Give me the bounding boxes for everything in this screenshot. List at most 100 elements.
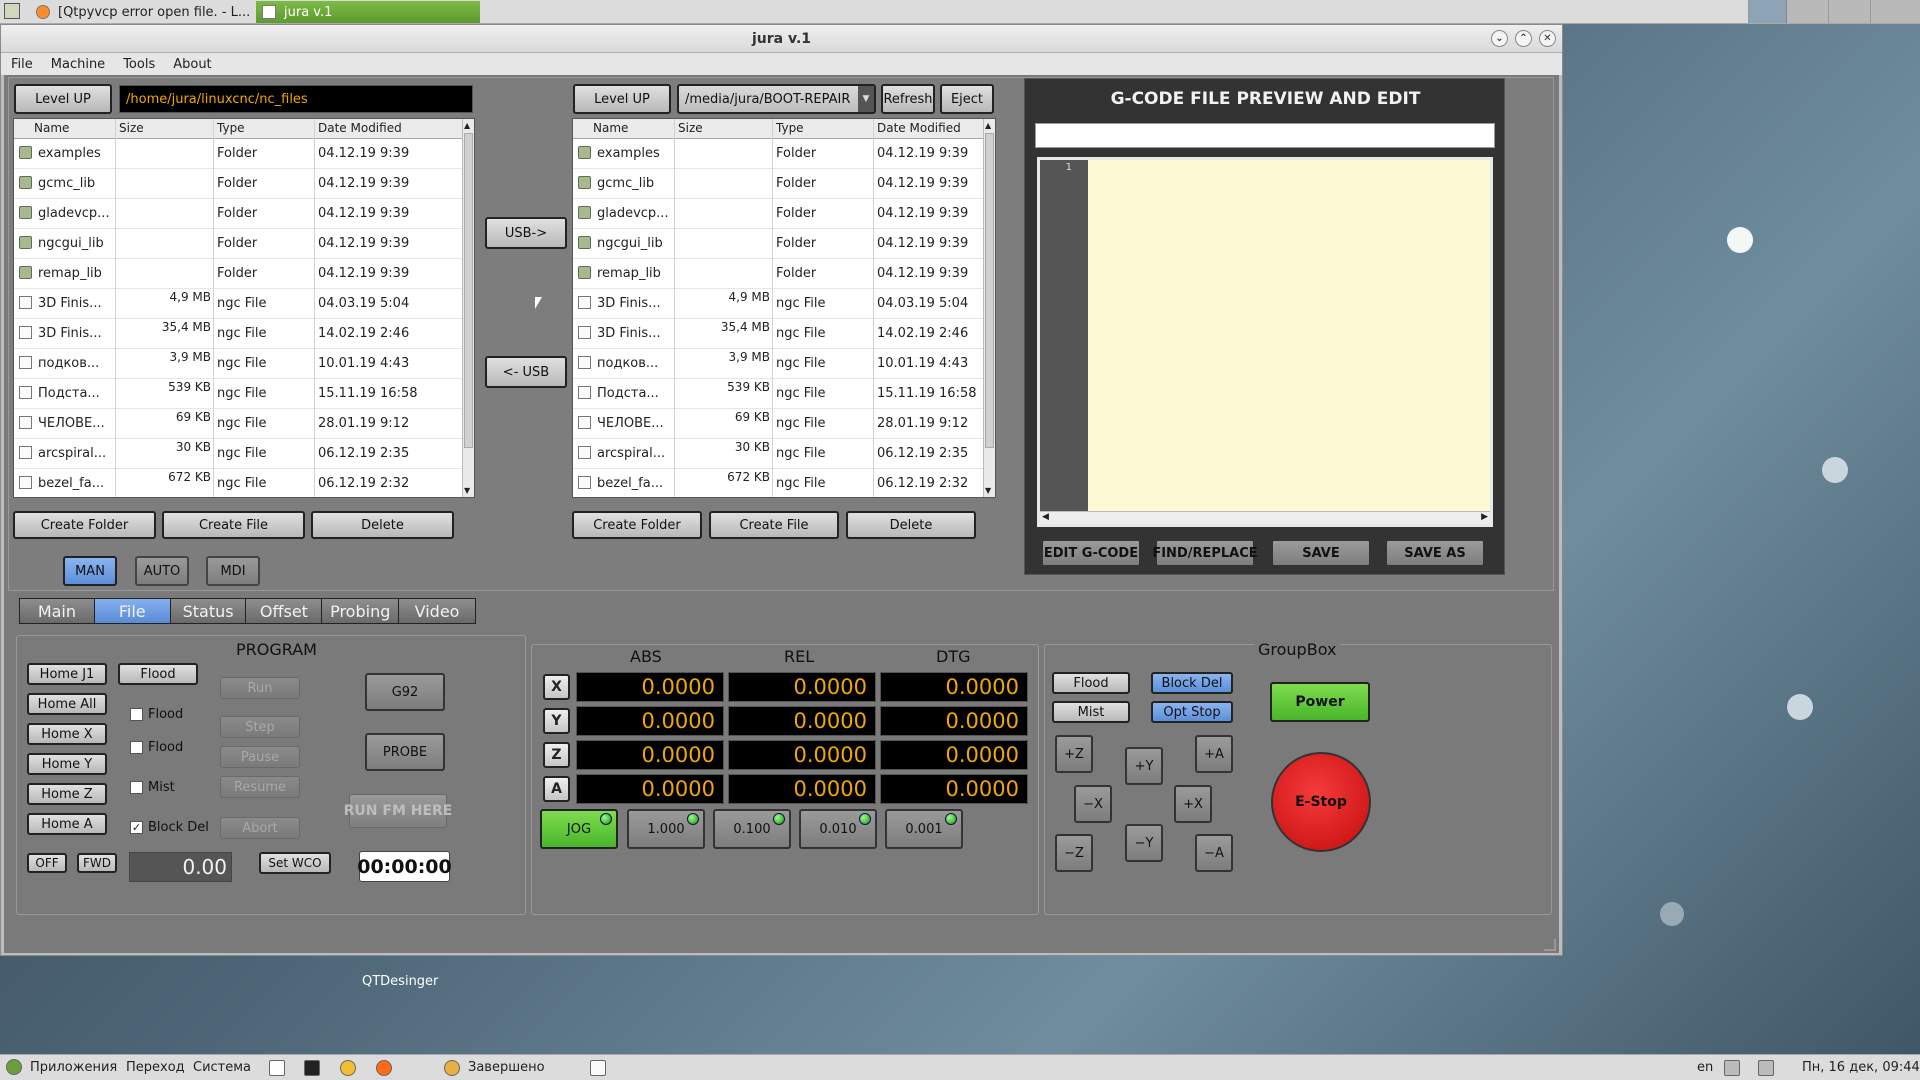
- file-row[interactable]: bezel_fa... 672 KB ngc File 06.12.19 2:32: [573, 469, 995, 497]
- jog-minus-z-button[interactable]: −Z: [1055, 834, 1093, 872]
- jog-plus-z-button[interactable]: +Z: [1055, 735, 1093, 773]
- file-row[interactable]: arcspiral... 30 KB ngc File 06.12.19 2:35: [573, 439, 995, 469]
- window-titlebar[interactable]: jura v.1 ⌄ ⌃ ✕: [1, 25, 1562, 53]
- jog-minus-x-button[interactable]: −X: [1074, 785, 1112, 823]
- probe-button[interactable]: PROBE: [365, 733, 445, 771]
- minimize-icon[interactable]: ⌄: [1491, 30, 1508, 47]
- file-row[interactable]: подков... 3,9 MB ngc File 10.01.19 4:43: [14, 349, 474, 379]
- edit-gcode-button[interactable]: EDIT G-CODE: [1041, 539, 1141, 567]
- menu-applications[interactable]: Приложения: [30, 1060, 117, 1075]
- axis-button[interactable]: Y: [543, 708, 570, 734]
- file-row[interactable]: ngcgui_lib Folder 04.12.19 9:39: [573, 229, 995, 259]
- right-scrollbar[interactable]: ▲ ▼: [983, 119, 995, 497]
- file-row[interactable]: arcspiral... 30 KB ngc File 06.12.19 2:35: [14, 439, 474, 469]
- refresh-button[interactable]: Refresh: [881, 84, 935, 114]
- run-control-button[interactable]: Run: [220, 677, 300, 699]
- checkbox[interactable]: ✓: [130, 821, 143, 834]
- col-size[interactable]: Size: [678, 121, 703, 135]
- eject-button[interactable]: Eject: [940, 84, 994, 114]
- home-button[interactable]: Home J1: [27, 663, 107, 685]
- maximize-icon[interactable]: ⌃: [1515, 30, 1532, 47]
- file-row[interactable]: ЧЕЛОВЕ... 69 KB ngc File 28.01.19 9:12: [573, 409, 995, 439]
- axis-button[interactable]: X: [543, 674, 570, 700]
- run-control-button[interactable]: Abort: [220, 817, 300, 839]
- col-name[interactable]: Name: [593, 121, 628, 135]
- find-replace-button[interactable]: FIND/REPLACE: [1152, 539, 1258, 567]
- axis-button[interactable]: Z: [543, 742, 570, 768]
- close-icon[interactable]: ✕: [1539, 30, 1556, 47]
- editor-hscroll[interactable]: ◀ ▶: [1040, 511, 1490, 524]
- linux-icon[interactable]: [340, 1060, 356, 1076]
- col-type[interactable]: Type: [776, 121, 804, 135]
- file-row[interactable]: remap_lib Folder 04.12.19 9:39: [14, 259, 474, 289]
- tab-status[interactable]: Status: [170, 599, 247, 623]
- gb-opt-stop-button[interactable]: Opt Stop: [1151, 701, 1233, 723]
- mode-mdi-button[interactable]: MDI: [206, 556, 260, 586]
- jog-minus-a-button[interactable]: −A: [1195, 834, 1233, 872]
- usb-path-select[interactable]: /media/jura/BOOT-REPAIR ▼: [677, 84, 876, 114]
- file-row[interactable]: examples Folder 04.12.19 9:39: [14, 139, 474, 169]
- task-browser[interactable]: [Qtpyvcp error open file. - L...: [30, 1, 250, 23]
- menu-about[interactable]: About: [165, 57, 219, 72]
- col-date[interactable]: Date Modified: [318, 121, 402, 135]
- scroll-left-icon[interactable]: ◀: [1042, 512, 1049, 522]
- col-size[interactable]: Size: [119, 121, 144, 135]
- volume-icon[interactable]: [1724, 1060, 1740, 1076]
- spindle-off-button[interactable]: OFF: [27, 853, 67, 873]
- file-row[interactable]: examples Folder 04.12.19 9:39: [573, 139, 995, 169]
- file-row[interactable]: gladevcp... Folder 04.12.19 9:39: [573, 199, 995, 229]
- menu-tools[interactable]: Tools: [115, 57, 163, 72]
- tab-main[interactable]: Main: [20, 599, 95, 623]
- gcode-filename-field[interactable]: [1035, 123, 1495, 148]
- run-control-button[interactable]: Pause: [220, 746, 300, 768]
- file-row[interactable]: remap_lib Folder 04.12.19 9:39: [573, 259, 995, 289]
- workspace-switcher[interactable]: [1748, 0, 1920, 23]
- workspace-2[interactable]: [1789, 0, 1829, 23]
- file-row[interactable]: bezel_fa... 672 KB ngc File 06.12.19 2:32: [14, 469, 474, 497]
- file-row[interactable]: ngcgui_lib Folder 04.12.19 9:39: [14, 229, 474, 259]
- left-create-file-button[interactable]: Create File: [162, 511, 305, 539]
- keyboard-layout[interactable]: en: [1697, 1060, 1713, 1075]
- scroll-up-icon[interactable]: ▲: [464, 121, 470, 130]
- jog-plus-y-button[interactable]: +Y: [1125, 747, 1163, 785]
- menu-machine[interactable]: Machine: [43, 57, 113, 72]
- run-control-button[interactable]: Resume: [220, 776, 300, 798]
- col-name[interactable]: Name: [34, 121, 69, 135]
- home-button[interactable]: Home A: [27, 813, 107, 835]
- scroll-thumb[interactable]: [985, 133, 994, 448]
- tab-probing[interactable]: Probing: [322, 599, 400, 623]
- gcode-editor[interactable]: 1 ◀ ▶: [1037, 157, 1493, 527]
- left-level-up-button[interactable]: Level UP: [14, 84, 112, 114]
- firefox-icon[interactable]: [376, 1060, 392, 1076]
- file-row[interactable]: ЧЕЛОВЕ... 69 KB ngc File 28.01.19 9:12: [14, 409, 474, 439]
- file-row[interactable]: gcmc_lib Folder 04.12.19 9:39: [573, 169, 995, 199]
- file-row[interactable]: gladevcp... Folder 04.12.19 9:39: [14, 199, 474, 229]
- file-row[interactable]: 3D Finis... 4,9 MB ngc File 04.03.19 5:04: [573, 289, 995, 319]
- checkbox[interactable]: [130, 708, 143, 721]
- usb-receive-button[interactable]: <- USB: [485, 356, 567, 388]
- mode-auto-button[interactable]: AUTO: [135, 556, 189, 586]
- g92-button[interactable]: G92: [365, 673, 445, 711]
- task-status-label[interactable]: Завершено: [468, 1060, 545, 1075]
- run-control-button[interactable]: Step: [220, 716, 300, 738]
- left-path-field[interactable]: /home/jura/linuxcnc/nc_files: [119, 85, 473, 113]
- scroll-thumb[interactable]: [464, 133, 473, 448]
- terminal-icon[interactable]: [304, 1060, 320, 1076]
- tab-file[interactable]: File: [94, 599, 171, 623]
- jog-plus-a-button[interactable]: +A: [1195, 735, 1233, 773]
- usb-send-button[interactable]: USB->: [485, 217, 567, 249]
- show-desktop-icon[interactable]: [590, 1060, 606, 1076]
- save-as-button[interactable]: SAVE AS: [1385, 539, 1485, 567]
- jog-plus-x-button[interactable]: +X: [1174, 785, 1212, 823]
- workspace-3[interactable]: [1831, 0, 1871, 23]
- network-icon[interactable]: [1758, 1060, 1774, 1076]
- scroll-down-icon[interactable]: ▼: [464, 486, 470, 495]
- menu-places[interactable]: Переход: [126, 1060, 185, 1075]
- home-button[interactable]: Home Y: [27, 753, 107, 775]
- power-button[interactable]: Power: [1270, 682, 1370, 722]
- jog-increment-button[interactable]: 0.100: [713, 809, 791, 849]
- menu-system[interactable]: Система: [193, 1060, 251, 1075]
- file-row[interactable]: gcmc_lib Folder 04.12.19 9:39: [14, 169, 474, 199]
- gb-mist-button[interactable]: Mist: [1052, 701, 1130, 723]
- jog-increment-button[interactable]: 0.010: [799, 809, 877, 849]
